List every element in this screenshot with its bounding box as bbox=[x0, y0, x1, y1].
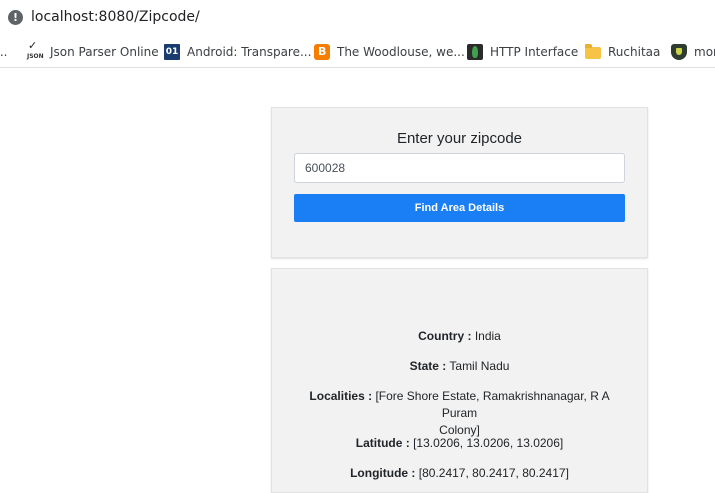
android-01-icon: 01 bbox=[164, 43, 180, 60]
bookmark-label: Json Parser Online bbox=[50, 44, 159, 59]
url-text[interactable]: localhost:8080/Zipcode/ bbox=[31, 9, 200, 25]
bookmark-android[interactable]: 01 Android: Transpare... bbox=[164, 36, 311, 67]
state-label: State : bbox=[409, 359, 447, 373]
find-area-details-button[interactable]: Find Area Details bbox=[294, 194, 625, 222]
zipcode-input[interactable] bbox=[294, 153, 625, 183]
shield-icon bbox=[671, 43, 687, 60]
bookmarks-bar: ... ✓JSON Json Parser Online 01 Android:… bbox=[0, 36, 715, 68]
state-row: State : Tamil Nadu bbox=[292, 358, 627, 375]
longitude-row: Longitude : [80.2417, 80.2417, 80.2417] bbox=[292, 465, 627, 482]
bookmark-http-interface[interactable]: HTTP Interface bbox=[467, 36, 578, 67]
localities-label: Localities : bbox=[309, 389, 373, 403]
longitude-label: Longitude : bbox=[350, 466, 416, 480]
latitude-value: [13.0206, 13.0206, 13.0206] bbox=[413, 436, 564, 450]
zipcode-form-card: Enter your zipcode Find Area Details bbox=[271, 107, 648, 258]
country-row: Country : India bbox=[292, 328, 627, 345]
bookmark-label: The Woodlouse, we... bbox=[337, 44, 465, 59]
folder-icon bbox=[585, 43, 601, 59]
longitude-value: [80.2417, 80.2417, 80.2417] bbox=[418, 466, 569, 480]
bookmark-label: Ruchitaa bbox=[608, 44, 661, 59]
latitude-label: Latitude : bbox=[355, 436, 410, 450]
json-icon: ✓ JSON bbox=[27, 38, 44, 60]
bookmark-label: HTTP Interface bbox=[490, 44, 579, 59]
bookmark-ruchitaa[interactable]: Ruchitaa bbox=[585, 36, 660, 67]
mongodb-leaf-icon bbox=[467, 43, 483, 60]
localities-value: [Fore Shore Estate, Ramakrishnanagar, R … bbox=[375, 389, 610, 420]
state-value: Tamil Nadu bbox=[449, 359, 510, 373]
country-value: India bbox=[474, 329, 501, 343]
area-details-card: Country : India State : Tamil Nadu Local… bbox=[271, 268, 648, 493]
bookmark-woodlouse[interactable]: The Woodlouse, we... bbox=[314, 36, 465, 67]
form-title: Enter your zipcode bbox=[396, 130, 523, 147]
blogger-icon bbox=[314, 43, 330, 60]
localities-row: Localities : [Fore Shore Estate, Ramakri… bbox=[292, 388, 627, 439]
bookmark-label: ... bbox=[0, 44, 8, 59]
bookmark-more[interactable]: mor bbox=[671, 36, 715, 67]
address-bar[interactable]: ! localhost:8080/Zipcode/ bbox=[0, 0, 715, 36]
info-icon[interactable]: ! bbox=[8, 10, 23, 25]
bookmark-json-parser[interactable]: ✓ JSON Json Parser Online bbox=[27, 36, 159, 67]
bookmark-label: Android: Transpare... bbox=[187, 44, 312, 59]
bookmark-truncated[interactable]: ... bbox=[0, 36, 7, 67]
bookmark-label: mor bbox=[694, 44, 715, 59]
country-label: Country : bbox=[418, 329, 472, 343]
latitude-row: Latitude : [13.0206, 13.0206, 13.0206] bbox=[292, 435, 627, 452]
